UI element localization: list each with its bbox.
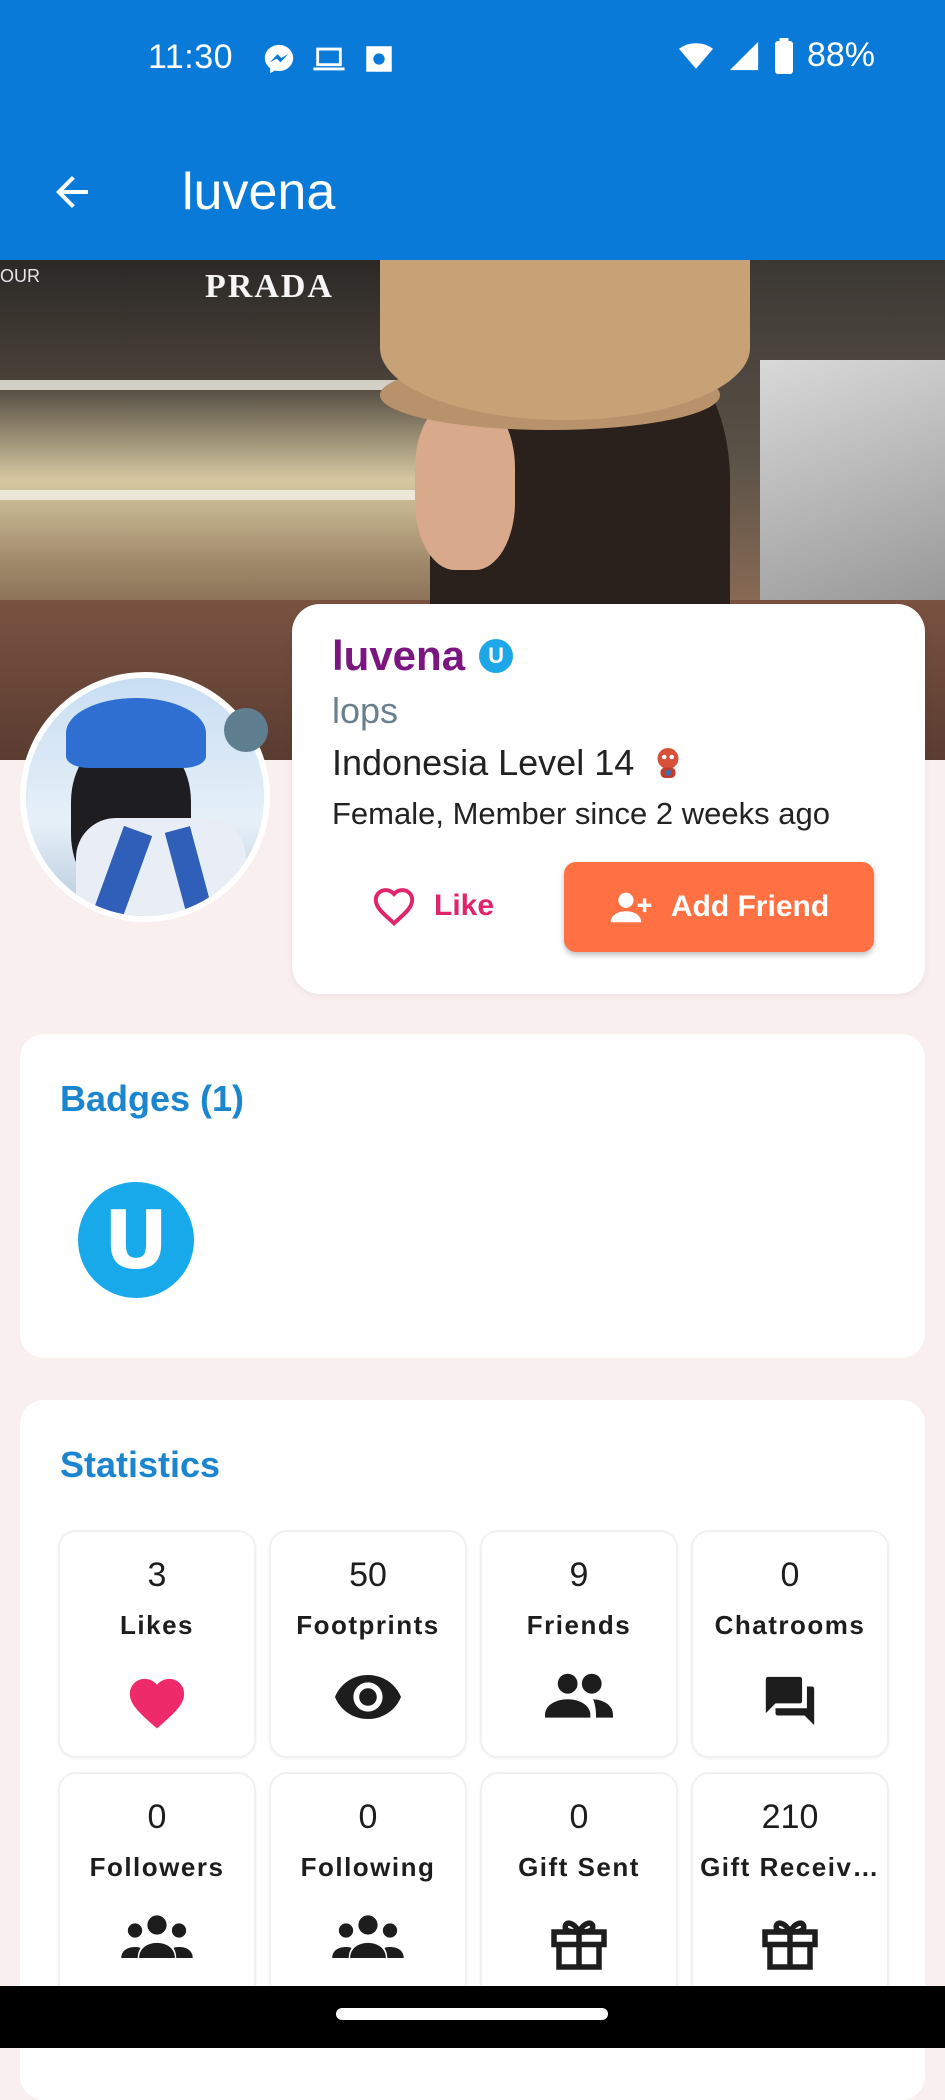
badge-item[interactable]: U: [78, 1182, 194, 1298]
stat-gift-sent[interactable]: 0 Gift Sent: [480, 1772, 678, 2000]
stat-value: 3: [147, 1556, 167, 1594]
stat-following[interactable]: 0 Following: [269, 1772, 467, 2000]
chat-icon: [765, 1676, 815, 1726]
cover-sign: OUR: [0, 266, 40, 286]
stat-value: 0: [147, 1798, 167, 1836]
stat-value: 0: [780, 1556, 800, 1594]
stat-followers[interactable]: 0 Followers: [58, 1772, 256, 2000]
profile-name: luvena: [332, 632, 466, 679]
badges-title: Badges (1): [60, 1078, 245, 1119]
stat-value: 9: [569, 1556, 589, 1594]
statistics-title: Statistics: [60, 1444, 221, 1485]
page-title: luvena: [182, 163, 336, 221]
verified-badge-icon: U: [479, 639, 514, 673]
person-add-icon: [610, 892, 652, 923]
wifi-icon: [678, 42, 713, 69]
heart-outline-icon: [373, 888, 415, 926]
add-friend-label: Add Friend: [670, 890, 830, 923]
signal-icon: [729, 41, 759, 70]
stat-label: Gift Receiv…: [700, 1852, 880, 1882]
groups-icon: [332, 1915, 404, 1958]
profile-status: lops: [332, 690, 399, 731]
system-nav-bar: [0, 1986, 945, 2048]
laptop-icon: [313, 47, 345, 71]
people-icon: [545, 1673, 613, 1718]
country-level-text: Indonesia Level 14: [332, 742, 635, 783]
profile-card: luvena U lops Indonesia Level 14 Female,…: [292, 604, 925, 994]
stat-friends[interactable]: 9 Friends: [480, 1530, 678, 1758]
groups-icon: [121, 1915, 193, 1958]
profile-country-level: Indonesia Level 14: [332, 742, 686, 784]
profile-meta: Female, Member since 2 weeks ago: [332, 796, 830, 831]
system-status: 88%: [677, 36, 875, 75]
heart-icon: [129, 1678, 185, 1729]
status-bar: 11:30 88%: [0, 0, 945, 120]
badge-letter: U: [103, 1193, 169, 1287]
gift-icon: [551, 1920, 607, 1970]
stat-label: Gift Sent: [518, 1852, 640, 1882]
profile-name-row: luvena U: [332, 632, 514, 680]
stat-value: 0: [358, 1798, 378, 1836]
back-button[interactable]: [42, 162, 102, 222]
stat-gift-received[interactable]: 210 Gift Receiv…: [691, 1772, 889, 2000]
add-friend-button[interactable]: Add Friend: [564, 862, 874, 952]
status-time: 11:30: [148, 38, 234, 76]
cover-sign: PRADA: [205, 268, 334, 305]
arrow-back-icon: [56, 176, 88, 208]
eye-icon: [335, 1675, 401, 1719]
photo-icon: [366, 46, 392, 72]
stat-label: Likes: [120, 1610, 194, 1640]
stat-value: 50: [349, 1556, 387, 1594]
avatar[interactable]: [20, 672, 270, 922]
battery-percent: 88%: [806, 36, 875, 74]
notification-icons: [262, 42, 396, 76]
gift-icon: [762, 1920, 818, 1970]
cover-detail: [380, 260, 750, 420]
like-label: Like: [434, 889, 495, 922]
stat-label: Followers: [89, 1852, 225, 1882]
presence-indicator: [224, 708, 268, 752]
level-mascot-icon: [657, 748, 679, 778]
like-button[interactable]: Like: [372, 862, 494, 950]
stat-label: Friends: [526, 1610, 632, 1640]
app-bar: luvena: [0, 120, 945, 260]
badges-card: Badges (1) U: [20, 1034, 925, 1358]
battery-icon: [774, 37, 793, 74]
stat-label: Chatrooms: [714, 1610, 866, 1640]
stat-likes[interactable]: 3 Likes: [58, 1530, 256, 1758]
stat-chatrooms[interactable]: 0 Chatrooms: [691, 1530, 889, 1758]
stat-value: 210: [761, 1798, 819, 1836]
messenger-icon: [264, 44, 294, 74]
avatar-detail: [66, 698, 206, 768]
home-gesture-handle[interactable]: [336, 2008, 608, 2020]
stat-value: 0: [569, 1798, 589, 1836]
stat-label: Following: [300, 1852, 436, 1882]
stat-label: Footprints: [296, 1610, 440, 1640]
stat-footprints[interactable]: 50 Footprints: [269, 1530, 467, 1758]
